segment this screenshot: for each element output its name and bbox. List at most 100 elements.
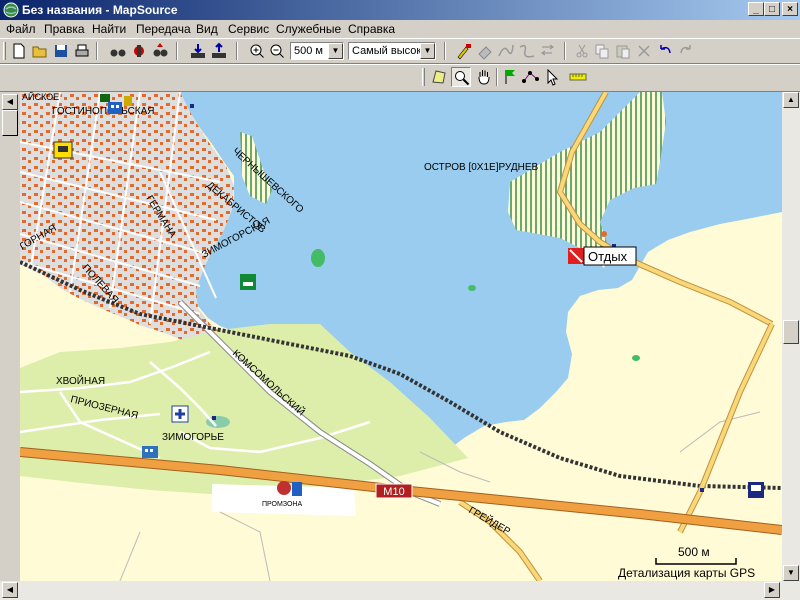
zoom-tool-button[interactable] xyxy=(451,67,471,87)
track-icon xyxy=(519,44,535,58)
waypoint-rest[interactable]: Отдых xyxy=(568,246,637,266)
poi-railway-station-icon[interactable] xyxy=(53,141,73,159)
save-button[interactable] xyxy=(51,41,71,61)
label-greider: ГРЕЙДЕР xyxy=(467,503,514,537)
scroll-left-button[interactable]: ◀ xyxy=(2,582,18,598)
poi-tree-icon[interactable] xyxy=(100,94,110,102)
send-to-device-button[interactable] xyxy=(209,41,229,61)
poi-lodging-icon[interactable] xyxy=(240,274,256,290)
copy-button[interactable] xyxy=(592,41,612,61)
menu-edit[interactable]: Правка xyxy=(44,22,85,36)
find-places-icon xyxy=(134,45,144,57)
menu-file[interactable]: Файл xyxy=(6,22,36,36)
cut-button[interactable] xyxy=(572,41,592,61)
left-scroll-thumb[interactable] xyxy=(2,110,18,136)
undo-button[interactable] xyxy=(655,41,675,61)
hand-tool-button[interactable] xyxy=(474,67,494,87)
select-map-tool-button[interactable] xyxy=(429,67,449,87)
vertical-scrollbar[interactable]: ▲ ▼ xyxy=(782,92,800,581)
menu-view[interactable]: Вид xyxy=(196,22,218,36)
maximize-button[interactable]: □ xyxy=(764,2,780,16)
receive-from-device-button[interactable] xyxy=(188,41,208,61)
poi-anchor-icon[interactable] xyxy=(124,96,132,106)
mapsource-globe-icon xyxy=(3,2,19,18)
left-scrollbar[interactable]: ◀ xyxy=(0,92,20,581)
find-button[interactable] xyxy=(108,41,128,61)
scale-bar-label: 500 м xyxy=(678,545,710,559)
open-button[interactable] xyxy=(30,41,50,61)
printer-icon xyxy=(75,44,89,57)
horizontal-scrollbar[interactable]: ◀ ▶ xyxy=(0,581,800,600)
map-canvas[interactable]: АЙСКОЕ ГОСТИНОПОЛЬСКАЯ ЧЕРНЫШЕВСКОГО ДЕК… xyxy=(20,92,782,581)
zoom-out-button[interactable] xyxy=(267,41,287,61)
poi-shop-icon[interactable] xyxy=(142,446,158,458)
route-points-tool-button[interactable] xyxy=(521,67,541,87)
find-places-button[interactable] xyxy=(129,41,149,61)
poi-dot xyxy=(212,416,216,420)
poi-bus-stop-icon[interactable] xyxy=(748,482,764,498)
hand-icon xyxy=(478,70,490,85)
poi-hospital-icon[interactable] xyxy=(171,405,189,423)
waypoint-rest-label: Отдых xyxy=(588,249,628,264)
green-patch xyxy=(311,249,325,267)
title-bar: Без названия - MapSource _ □ × xyxy=(0,0,800,20)
pointer-tool-button[interactable] xyxy=(542,67,562,87)
toolbar-grip[interactable] xyxy=(422,68,425,86)
eraser-button[interactable] xyxy=(475,41,495,61)
new-button[interactable] xyxy=(9,41,29,61)
map-view[interactable]: АЙСКОЕ ГОСТИНОПОЛЬСКАЯ ЧЕРНЫШЕВСКОГО ДЕК… xyxy=(20,92,782,581)
track-tool-button[interactable] xyxy=(517,41,537,61)
waypoint-flag-tool-button[interactable] xyxy=(500,67,520,87)
scale-combo[interactable]: 500 м ▼ xyxy=(290,42,344,60)
redo-icon xyxy=(680,45,691,54)
open-folder-icon xyxy=(32,46,47,58)
menu-utilities[interactable]: Служебные xyxy=(276,22,341,36)
zoom-in-button[interactable] xyxy=(247,41,267,61)
redo-button[interactable] xyxy=(676,41,696,61)
toolbar-grip[interactable] xyxy=(3,42,6,60)
magnifier-icon xyxy=(455,71,470,86)
zoom-in-icon xyxy=(250,44,264,58)
label-m10: M10 xyxy=(383,486,404,498)
scale-combo-value: 500 м xyxy=(294,45,323,57)
scroll-up-button[interactable]: ▲ xyxy=(783,92,799,108)
waypoint-tool-button[interactable] xyxy=(454,41,474,61)
delete-button[interactable] xyxy=(634,41,654,61)
minimize-button[interactable]: _ xyxy=(748,2,764,16)
pencil-flag-icon xyxy=(457,44,471,60)
menu-find[interactable]: Найти xyxy=(92,22,126,36)
find-nearby-button[interactable] xyxy=(150,41,170,61)
paste-button[interactable] xyxy=(613,41,633,61)
vertical-scroll-thumb[interactable] xyxy=(783,320,799,344)
scroll-left-button[interactable]: ◀ xyxy=(2,94,18,110)
map-detail-note: Детализация карты GPS xyxy=(618,566,755,580)
scroll-right-button[interactable]: ▶ xyxy=(764,582,780,598)
chevron-down-icon[interactable]: ▼ xyxy=(420,43,435,59)
scroll-down-button[interactable]: ▼ xyxy=(783,565,799,581)
eraser-icon xyxy=(478,46,492,60)
reverse-track-button[interactable] xyxy=(538,41,558,61)
zoom-out-icon xyxy=(270,44,284,58)
flag-icon xyxy=(505,70,515,84)
menu-help[interactable]: Справка xyxy=(348,22,395,36)
route-tool-button[interactable] xyxy=(496,41,516,61)
close-button[interactable]: × xyxy=(782,2,798,16)
route-points-icon xyxy=(522,71,539,83)
label-zimogorye: ЗИМОГОРЬЕ xyxy=(162,432,224,443)
poi-building-icon[interactable] xyxy=(108,102,122,114)
menu-service[interactable]: Сервис xyxy=(228,22,269,36)
main-toolbar: 500 м ▼ Самый высокий ▼ xyxy=(0,38,800,64)
poi-dot xyxy=(700,488,704,492)
menu-transfer[interactable]: Передача xyxy=(136,22,191,36)
scissors-icon xyxy=(576,44,588,58)
binoculars-icon xyxy=(110,49,126,57)
send-device-icon xyxy=(212,42,226,58)
print-button[interactable] xyxy=(72,41,92,61)
undo-icon xyxy=(660,45,671,54)
receive-device-icon xyxy=(191,44,205,58)
detail-combo[interactable]: Самый высокий ▼ xyxy=(348,42,436,60)
delete-x-icon xyxy=(638,45,650,57)
chevron-down-icon[interactable]: ▼ xyxy=(328,43,343,59)
measure-tool-button[interactable] xyxy=(568,67,588,87)
binoculars-pin-icon xyxy=(153,43,168,57)
